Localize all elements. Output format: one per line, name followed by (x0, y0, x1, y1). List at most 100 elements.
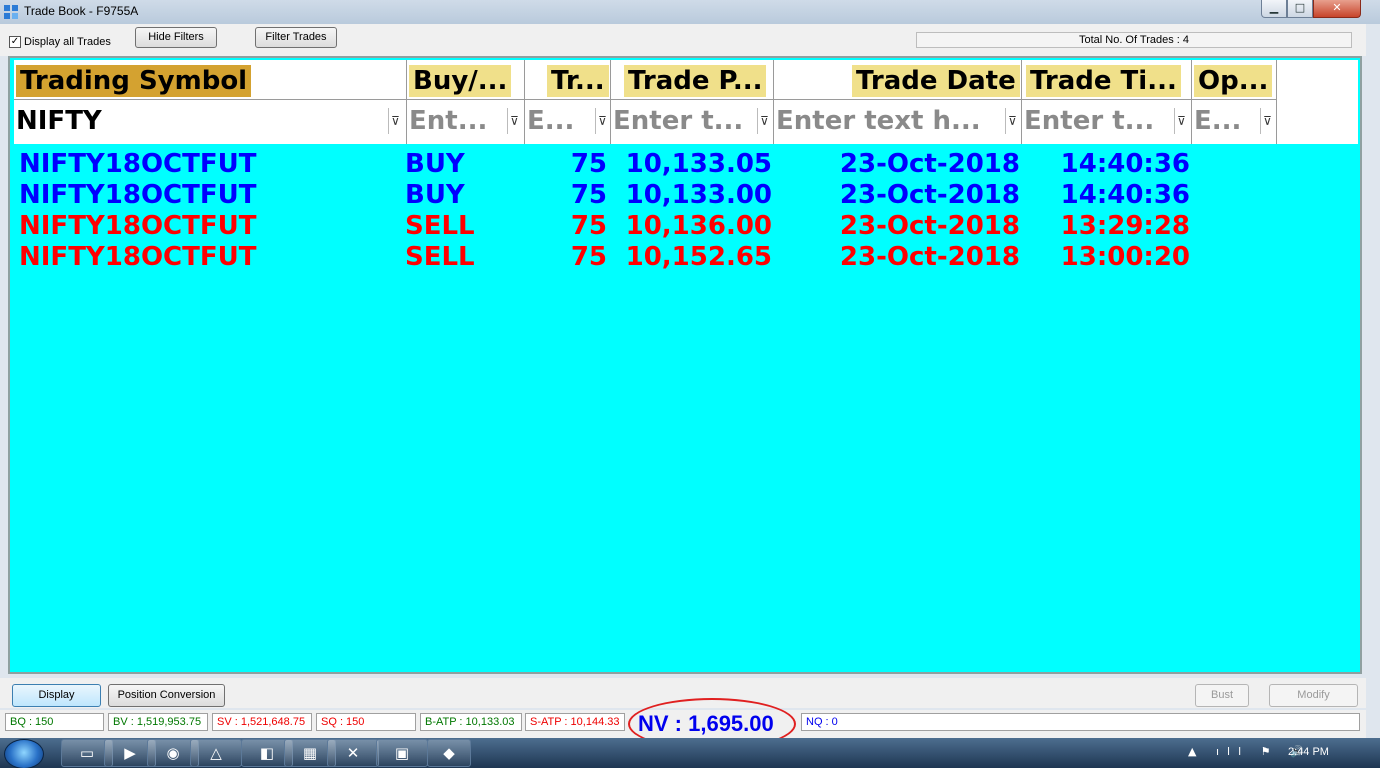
display-all-trades-label: Display all Trades (24, 36, 111, 48)
cell-qty: 75 (570, 149, 607, 179)
column-header[interactable]: Tr... (525, 62, 610, 100)
cell-price: 10,133.05 (625, 149, 772, 179)
filter-row-cell: Enter t... ⊽ (611, 102, 773, 140)
cell-price: 10,152.65 (625, 242, 772, 272)
cell-qty: 75 (570, 180, 607, 210)
filter-icon[interactable]: ⊽ (1174, 108, 1188, 134)
filter-icon[interactable]: ⊽ (507, 108, 521, 134)
status-nq: NQ : 0 (801, 713, 1360, 731)
column-header[interactable]: Trade Ti... (1022, 62, 1191, 100)
cell-qty: 75 (570, 242, 607, 272)
app-taskbar-icon[interactable]: △ (190, 739, 242, 767)
display-button[interactable]: Display (12, 684, 101, 707)
close-button[interactable]: ✕ (1313, 0, 1361, 18)
filter-input[interactable]: Enter t... (1024, 104, 1154, 138)
header-label: Trade P... (624, 65, 767, 97)
cell-time: 13:00:20 (1060, 242, 1190, 272)
trade-grid: Trading Symbol NIFTY ⊽ Buy/... Ent... ⊽ … (8, 56, 1362, 674)
window-title: Trade Book - F9755A (24, 4, 139, 18)
toolbar: ✓ Display all Trades Hide Filters Filter… (0, 24, 1366, 56)
column-header[interactable]: Trading Symbol (14, 62, 406, 100)
column-buy-sell: Buy/... Ent... ⊽ (407, 60, 525, 144)
column-trade-date: Trade Date Enter text h... ⊽ (774, 60, 1022, 144)
bust-button[interactable]: Bust (1195, 684, 1249, 707)
filter-trades-button[interactable]: Filter Trades (255, 27, 337, 48)
cell-symbol: NIFTY18OCTFUT (19, 211, 257, 241)
status-bv: BV : 1,519,953.75 (108, 713, 208, 731)
header-label: Tr... (547, 65, 609, 97)
filter-icon[interactable]: ⊽ (1260, 108, 1274, 134)
cell-time: 13:29:28 (1060, 211, 1190, 241)
filter-icon[interactable]: ⊽ (388, 108, 402, 134)
filter-icon[interactable]: ⊽ (1005, 108, 1019, 134)
taskbar: ▭ ▶ ◉ △ ◧ ▦ ✕ ▣ ◆ ▲ ıll ⚑ 🔊 2:44 PM (0, 738, 1380, 768)
cell-side: SELL (405, 211, 475, 241)
cell-time: 14:40:36 (1060, 149, 1190, 179)
clock[interactable]: 2:44 PM (1288, 746, 1329, 758)
header-label: Trading Symbol (16, 65, 252, 97)
column-header[interactable]: Trade Date (774, 62, 1021, 100)
column-header[interactable]: Trade P... (611, 62, 773, 100)
cell-date: 23-Oct-2018 (839, 149, 1020, 179)
column-header[interactable]: Buy/... (407, 62, 524, 100)
position-conversion-button[interactable]: Position Conversion (108, 684, 225, 707)
cell-price: 10,136.00 (625, 211, 772, 241)
filter-input[interactable]: Enter text h... (776, 104, 981, 138)
filter-input[interactable]: Ent... (409, 104, 487, 138)
header-label: Buy/... (409, 65, 512, 97)
filter-input[interactable]: Enter t... (613, 104, 743, 138)
filter-icon[interactable]: ⊽ (595, 108, 609, 134)
table-row[interactable]: NIFTY18OCTFUT SELL 75 10,136.00 23-Oct-2… (14, 211, 1358, 242)
filter-icon[interactable]: ⊽ (757, 108, 771, 134)
modify-button[interactable]: Modify (1269, 684, 1358, 707)
filter-row-cell: E... ⊽ (1192, 102, 1276, 140)
cell-date: 23-Oct-2018 (839, 242, 1020, 272)
status-bq: BQ : 150 (5, 713, 104, 731)
trading-app-taskbar-icon[interactable]: ◆ (427, 739, 471, 767)
filter-row-cell: Enter t... ⊽ (1022, 102, 1191, 140)
grid-header: Trading Symbol NIFTY ⊽ Buy/... Ent... ⊽ … (14, 60, 1358, 144)
status-s-atp: S-ATP : 10,144.33 (525, 713, 625, 731)
minimize-button[interactable]: ▁ (1261, 0, 1287, 18)
header-label: Op... (1194, 65, 1273, 97)
cell-symbol: NIFTY18OCTFUT (19, 149, 257, 179)
app-icon (4, 5, 18, 19)
display-all-trades-checkbox[interactable]: ✓ (9, 36, 21, 48)
start-button[interactable] (4, 739, 44, 768)
header-label: Trade Date (852, 65, 1020, 97)
cell-date: 23-Oct-2018 (839, 211, 1020, 241)
maximize-button[interactable]: □ (1287, 0, 1313, 18)
cell-price: 10,133.00 (625, 180, 772, 210)
cell-side: SELL (405, 242, 475, 272)
table-row[interactable]: NIFTY18OCTFUT SELL 75 10,152.65 23-Oct-2… (14, 242, 1358, 273)
filter-row-cell: E... ⊽ (525, 102, 610, 140)
filter-row-cell: Ent... ⊽ (407, 102, 524, 140)
cell-symbol: NIFTY18OCTFUT (19, 242, 257, 272)
header-label: Trade Ti... (1026, 65, 1181, 97)
excel-taskbar-icon[interactable]: ✕ (327, 739, 379, 767)
cell-symbol: NIFTY18OCTFUT (19, 180, 257, 210)
status-sq: SQ : 150 (316, 713, 416, 731)
window-taskbar-icon[interactable]: ▣ (376, 739, 428, 767)
filter-input[interactable]: E... (527, 104, 574, 138)
filter-input[interactable]: NIFTY (16, 104, 102, 138)
filter-input[interactable]: E... (1194, 104, 1241, 138)
cell-time: 14:40:36 (1060, 180, 1190, 210)
total-trades-count: Total No. Of Trades : 4 (916, 32, 1352, 48)
cell-qty: 75 (570, 211, 607, 241)
title-bar: Trade Book - F9755A ▁ □ ✕ (0, 0, 1380, 24)
column-trade-time: Trade Ti... Enter t... ⊽ (1022, 60, 1192, 144)
column-trade-price: Trade P... Enter t... ⊽ (611, 60, 774, 144)
column-header[interactable]: Op... (1192, 62, 1276, 100)
table-row[interactable]: NIFTY18OCTFUT BUY 75 10,133.00 23-Oct-20… (14, 180, 1358, 211)
column-trading-symbol: Trading Symbol NIFTY ⊽ (14, 60, 407, 144)
table-row[interactable]: NIFTY18OCTFUT BUY 75 10,133.05 23-Oct-20… (14, 149, 1358, 180)
column-order: Op... E... ⊽ (1192, 60, 1277, 144)
hide-filters-button[interactable]: Hide Filters (135, 27, 217, 48)
filter-row-cell: Enter text h... ⊽ (774, 102, 1021, 140)
cell-date: 23-Oct-2018 (839, 180, 1020, 210)
filter-row-cell: NIFTY ⊽ (14, 102, 406, 140)
cell-side: BUY (405, 180, 465, 210)
status-bar: BQ : 150 BV : 1,519,953.75 SV : 1,521,64… (0, 698, 1366, 750)
cell-side: BUY (405, 149, 465, 179)
